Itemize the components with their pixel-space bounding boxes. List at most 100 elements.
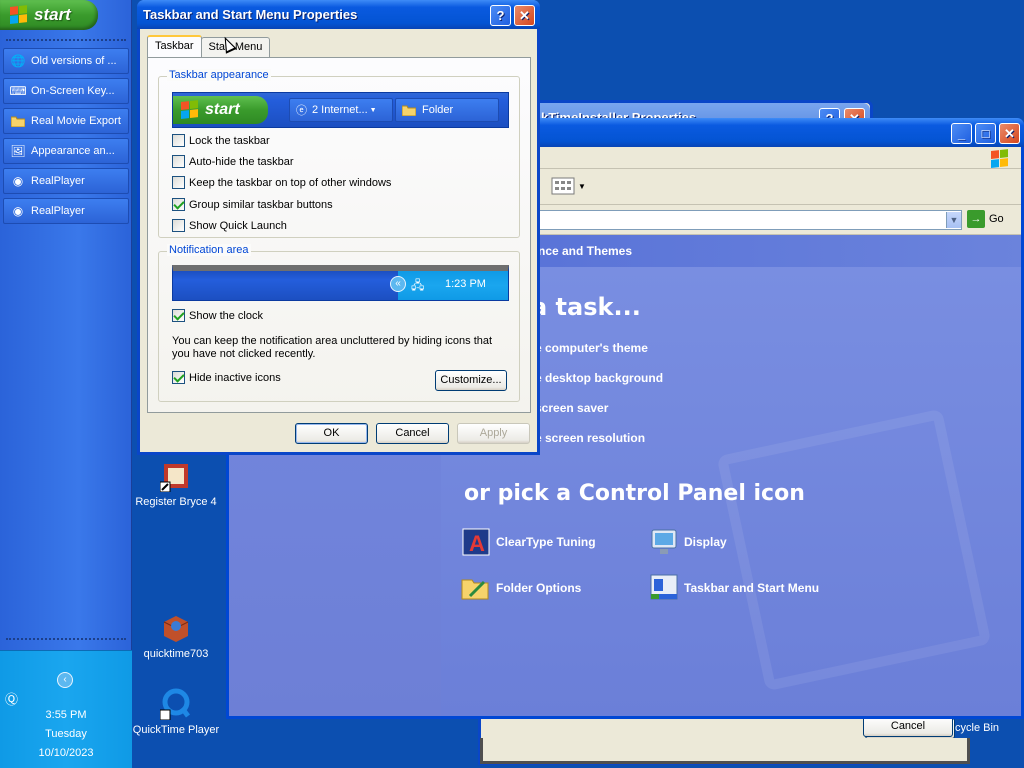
- option-keep-on-top[interactable]: Keep the taskbar on top of other windows: [172, 176, 391, 189]
- preview-item-label: 2 Internet...: [312, 104, 368, 116]
- network-icon: 🖧: [411, 278, 425, 292]
- go-arrow-icon: →: [967, 210, 985, 228]
- pick-task-heading: a task...: [531, 293, 641, 321]
- taskbar-item-realplayer-2[interactable]: ◉ RealPlayer: [3, 198, 129, 224]
- views-button[interactable]: ▼: [551, 177, 586, 195]
- maximize-button[interactable]: □: [975, 123, 996, 144]
- task-change-theme[interactable]: e computer's theme: [535, 341, 648, 355]
- desktop-icon-label: quicktime703: [143, 648, 209, 660]
- desktop-icon-recycle-bin[interactable]: cycle Bin: [955, 722, 1024, 735]
- pick-icon-heading: or pick a Control Panel icon: [464, 481, 805, 506]
- notification-note: You can keep the notification area unclu…: [172, 335, 493, 360]
- windows-logo-icon: [991, 149, 1017, 168]
- option-show-quick-launch[interactable]: Show Quick Launch: [172, 219, 287, 232]
- ie-icon: 🌐: [10, 54, 26, 68]
- folder-icon: [402, 105, 416, 116]
- cp-item-label: Display: [684, 535, 727, 549]
- preview-start-label: start: [205, 101, 240, 118]
- dialog-title-bar: Taskbar and Start Menu Properties ? ✕: [137, 0, 540, 29]
- taskbar-separator: [6, 39, 126, 41]
- start-button[interactable]: start: [0, 0, 98, 30]
- cp-item-taskbar-start-menu[interactable]: Taskbar and Start Menu: [648, 572, 819, 604]
- views-icon: [551, 177, 575, 195]
- taskbar-item-label: Real Movie Export: [31, 115, 121, 127]
- ok-button[interactable]: OK: [295, 423, 368, 444]
- system-tray: ‹ Ⓠ 3:55 PM Tuesday 10/10/2023: [0, 650, 132, 768]
- checkbox[interactable]: [172, 219, 185, 232]
- dialog-title: Taskbar and Start Menu Properties: [143, 7, 358, 22]
- keyboard-icon: ⌨: [9, 84, 27, 98]
- taskbar-item-label: RealPlayer: [31, 175, 85, 187]
- desktop-icon-register-bryce[interactable]: Register Bryce 4: [131, 460, 221, 509]
- option-label: Auto-hide the taskbar: [189, 155, 294, 168]
- taskbar-icon: [648, 572, 680, 604]
- background-cancel-button[interactable]: Cancel: [863, 716, 953, 737]
- background-window-bottom: [480, 738, 970, 764]
- address-dropdown-button[interactable]: ▼: [946, 212, 961, 228]
- option-lock-taskbar[interactable]: Lock the taskbar: [172, 134, 270, 147]
- cp-item-label: Folder Options: [496, 581, 582, 595]
- windows-logo-icon: [181, 100, 199, 120]
- taskbar-item-appearance[interactable]: 🖼 Appearance an...: [3, 138, 129, 164]
- category-title: nce and Themes: [538, 244, 633, 258]
- help-button[interactable]: ?: [490, 5, 511, 26]
- bryce-icon: [159, 460, 192, 493]
- desktop-icon-label: Register Bryce 4: [135, 496, 217, 508]
- realplayer-icon: ◉: [12, 204, 24, 218]
- tray-day: Tuesday: [45, 728, 87, 740]
- checkbox[interactable]: [172, 176, 185, 189]
- group-label: Taskbar appearance: [167, 69, 271, 81]
- cleartype-icon: A: [460, 526, 492, 558]
- checkbox[interactable]: [172, 155, 185, 168]
- notification-preview: « 🖧 1:23 PM: [172, 265, 509, 301]
- taskbar-item-on-screen-keyboard[interactable]: ⌨ On-Screen Key...: [3, 78, 129, 104]
- close-button[interactable]: ✕: [999, 123, 1020, 144]
- cp-item-label: ClearType Tuning: [496, 535, 596, 549]
- task-change-background[interactable]: e desktop background: [535, 371, 663, 385]
- tray-date: 10/10/2023: [38, 747, 94, 759]
- close-button[interactable]: ✕: [514, 5, 535, 26]
- show-hidden-icons-icon: «: [390, 276, 406, 292]
- checkbox[interactable]: [172, 309, 185, 322]
- show-hidden-icons-button[interactable]: ‹: [57, 672, 73, 688]
- quicktime-tray-icon[interactable]: Ⓠ: [5, 689, 18, 708]
- taskbar-start-menu-properties-dialog: Taskbar and Start Menu Properties ? ✕ Ta…: [137, 0, 540, 455]
- apply-button[interactable]: Apply: [457, 423, 530, 444]
- cp-item-display[interactable]: Display: [648, 526, 727, 558]
- desktop-icon-label: cycle Bin: [955, 722, 1000, 734]
- checkbox[interactable]: [172, 371, 185, 384]
- task-screen-resolution[interactable]: e screen resolution: [535, 431, 645, 445]
- cp-item-cleartype[interactable]: A ClearType Tuning: [460, 526, 596, 558]
- task-screen-saver[interactable]: screen saver: [535, 401, 608, 415]
- preview-internet-group: ⓔ 2 Internet... ▼: [289, 98, 393, 122]
- taskbar-item-old-versions[interactable]: 🌐 Old versions of ...: [3, 48, 129, 74]
- checkbox[interactable]: [172, 134, 185, 147]
- checkbox[interactable]: [172, 198, 185, 211]
- option-hide-inactive[interactable]: Hide inactive icons: [172, 371, 281, 384]
- taskbar-tab-page: Taskbar appearance start ⓔ 2 Internet...…: [147, 57, 531, 413]
- option-show-clock[interactable]: Show the clock: [172, 309, 263, 322]
- taskbar-item-realplayer-1[interactable]: ◉ RealPlayer: [3, 168, 129, 194]
- dialog-tabs: Taskbar Start Menu: [147, 35, 271, 59]
- option-label: Group similar taskbar buttons: [189, 198, 333, 211]
- taskbar-item-label: Old versions of ...: [31, 55, 117, 67]
- option-label: Show the clock: [189, 309, 263, 322]
- tab-taskbar[interactable]: Taskbar: [147, 35, 202, 57]
- preview-time: 1:23 PM: [445, 278, 486, 290]
- desktop-icon-quicktime-player[interactable]: QuickTime Player: [131, 688, 221, 737]
- option-group-similar[interactable]: Group similar taskbar buttons: [172, 198, 333, 211]
- desktop-icon-quicktime703[interactable]: quicktime703: [131, 612, 221, 661]
- start-label: start: [34, 5, 71, 24]
- go-button[interactable]: → Go: [967, 210, 1004, 228]
- option-label: Keep the taskbar on top of other windows: [189, 176, 392, 189]
- taskbar-separator: [6, 638, 126, 640]
- minimize-button[interactable]: _: [951, 123, 972, 144]
- quicktime-icon: [159, 688, 192, 721]
- cancel-button[interactable]: Cancel: [376, 423, 449, 444]
- option-auto-hide[interactable]: Auto-hide the taskbar: [172, 155, 294, 168]
- tray-time[interactable]: 3:55 PM: [0, 709, 132, 721]
- customize-button[interactable]: Customize...: [435, 370, 507, 391]
- cp-item-folder-options[interactable]: Folder Options: [460, 572, 581, 604]
- display-icon: [648, 526, 680, 558]
- taskbar-item-real-movie-export[interactable]: Real Movie Export: [3, 108, 129, 134]
